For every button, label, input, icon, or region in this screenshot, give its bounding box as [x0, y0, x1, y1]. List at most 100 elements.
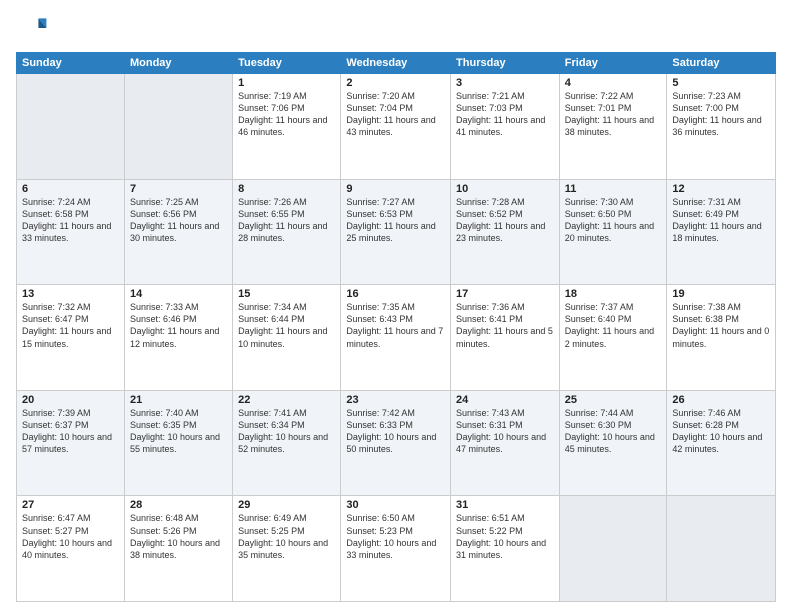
cell-details: Sunrise: 7:34 AM Sunset: 6:44 PM Dayligh…: [238, 301, 335, 350]
day-number: 15: [238, 288, 335, 300]
weekday-header: Tuesday: [233, 53, 341, 74]
calendar-cell: 24Sunrise: 7:43 AM Sunset: 6:31 PM Dayli…: [451, 390, 560, 496]
calendar-cell: 8Sunrise: 7:26 AM Sunset: 6:55 PM Daylig…: [233, 179, 341, 285]
calendar-body: 1Sunrise: 7:19 AM Sunset: 7:06 PM Daylig…: [17, 74, 776, 602]
weekday-header: Monday: [124, 53, 232, 74]
cell-details: Sunrise: 6:50 AM Sunset: 5:23 PM Dayligh…: [346, 512, 445, 561]
calendar-cell: 7Sunrise: 7:25 AM Sunset: 6:56 PM Daylig…: [124, 179, 232, 285]
day-number: 16: [346, 288, 445, 300]
cell-details: Sunrise: 7:38 AM Sunset: 6:38 PM Dayligh…: [672, 301, 770, 350]
calendar-cell: 6Sunrise: 7:24 AM Sunset: 6:58 PM Daylig…: [17, 179, 125, 285]
day-number: 27: [22, 499, 119, 511]
calendar-week-row: 6Sunrise: 7:24 AM Sunset: 6:58 PM Daylig…: [17, 179, 776, 285]
cell-details: Sunrise: 7:36 AM Sunset: 6:41 PM Dayligh…: [456, 301, 554, 350]
day-number: 19: [672, 288, 770, 300]
weekday-header: Sunday: [17, 53, 125, 74]
calendar-cell: 9Sunrise: 7:27 AM Sunset: 6:53 PM Daylig…: [341, 179, 451, 285]
cell-details: Sunrise: 7:22 AM Sunset: 7:01 PM Dayligh…: [565, 90, 662, 139]
day-number: 10: [456, 183, 554, 195]
calendar-cell: 17Sunrise: 7:36 AM Sunset: 6:41 PM Dayli…: [451, 285, 560, 391]
day-number: 20: [22, 394, 119, 406]
day-number: 23: [346, 394, 445, 406]
day-number: 4: [565, 77, 662, 89]
day-number: 21: [130, 394, 227, 406]
calendar-cell: 11Sunrise: 7:30 AM Sunset: 6:50 PM Dayli…: [559, 179, 667, 285]
calendar-cell: 14Sunrise: 7:33 AM Sunset: 6:46 PM Dayli…: [124, 285, 232, 391]
logo: [16, 12, 52, 44]
calendar-cell: [124, 74, 232, 180]
cell-details: Sunrise: 7:26 AM Sunset: 6:55 PM Dayligh…: [238, 196, 335, 245]
cell-details: Sunrise: 7:19 AM Sunset: 7:06 PM Dayligh…: [238, 90, 335, 139]
calendar-table: SundayMondayTuesdayWednesdayThursdayFrid…: [16, 52, 776, 602]
cell-details: Sunrise: 7:42 AM Sunset: 6:33 PM Dayligh…: [346, 407, 445, 456]
weekday-header: Saturday: [667, 53, 776, 74]
day-number: 18: [565, 288, 662, 300]
calendar-cell: 13Sunrise: 7:32 AM Sunset: 6:47 PM Dayli…: [17, 285, 125, 391]
day-number: 5: [672, 77, 770, 89]
cell-details: Sunrise: 7:28 AM Sunset: 6:52 PM Dayligh…: [456, 196, 554, 245]
calendar-cell: 18Sunrise: 7:37 AM Sunset: 6:40 PM Dayli…: [559, 285, 667, 391]
cell-details: Sunrise: 7:20 AM Sunset: 7:04 PM Dayligh…: [346, 90, 445, 139]
cell-details: Sunrise: 7:27 AM Sunset: 6:53 PM Dayligh…: [346, 196, 445, 245]
day-number: 25: [565, 394, 662, 406]
calendar-cell: 30Sunrise: 6:50 AM Sunset: 5:23 PM Dayli…: [341, 496, 451, 602]
cell-details: Sunrise: 7:40 AM Sunset: 6:35 PM Dayligh…: [130, 407, 227, 456]
day-number: 6: [22, 183, 119, 195]
day-number: 13: [22, 288, 119, 300]
day-number: 7: [130, 183, 227, 195]
cell-details: Sunrise: 7:37 AM Sunset: 6:40 PM Dayligh…: [565, 301, 662, 350]
day-number: 26: [672, 394, 770, 406]
logo-icon: [16, 12, 48, 44]
calendar-cell: [559, 496, 667, 602]
cell-details: Sunrise: 7:23 AM Sunset: 7:00 PM Dayligh…: [672, 90, 770, 139]
cell-details: Sunrise: 7:41 AM Sunset: 6:34 PM Dayligh…: [238, 407, 335, 456]
day-number: 24: [456, 394, 554, 406]
day-number: 29: [238, 499, 335, 511]
cell-details: Sunrise: 6:51 AM Sunset: 5:22 PM Dayligh…: [456, 512, 554, 561]
weekday-header: Thursday: [451, 53, 560, 74]
day-number: 30: [346, 499, 445, 511]
calendar-cell: 4Sunrise: 7:22 AM Sunset: 7:01 PM Daylig…: [559, 74, 667, 180]
calendar-cell: 10Sunrise: 7:28 AM Sunset: 6:52 PM Dayli…: [451, 179, 560, 285]
cell-details: Sunrise: 7:44 AM Sunset: 6:30 PM Dayligh…: [565, 407, 662, 456]
day-number: 9: [346, 183, 445, 195]
cell-details: Sunrise: 7:35 AM Sunset: 6:43 PM Dayligh…: [346, 301, 445, 350]
calendar-cell: [667, 496, 776, 602]
calendar-cell: 1Sunrise: 7:19 AM Sunset: 7:06 PM Daylig…: [233, 74, 341, 180]
calendar-cell: 15Sunrise: 7:34 AM Sunset: 6:44 PM Dayli…: [233, 285, 341, 391]
calendar-week-row: 13Sunrise: 7:32 AM Sunset: 6:47 PM Dayli…: [17, 285, 776, 391]
calendar-cell: 29Sunrise: 6:49 AM Sunset: 5:25 PM Dayli…: [233, 496, 341, 602]
page: SundayMondayTuesdayWednesdayThursdayFrid…: [0, 0, 792, 612]
calendar-cell: 25Sunrise: 7:44 AM Sunset: 6:30 PM Dayli…: [559, 390, 667, 496]
day-number: 1: [238, 77, 335, 89]
calendar-cell: 28Sunrise: 6:48 AM Sunset: 5:26 PM Dayli…: [124, 496, 232, 602]
calendar-cell: 26Sunrise: 7:46 AM Sunset: 6:28 PM Dayli…: [667, 390, 776, 496]
header: [16, 12, 776, 44]
cell-details: Sunrise: 6:48 AM Sunset: 5:26 PM Dayligh…: [130, 512, 227, 561]
calendar-cell: 23Sunrise: 7:42 AM Sunset: 6:33 PM Dayli…: [341, 390, 451, 496]
day-number: 17: [456, 288, 554, 300]
calendar-cell: 20Sunrise: 7:39 AM Sunset: 6:37 PM Dayli…: [17, 390, 125, 496]
calendar-week-row: 1Sunrise: 7:19 AM Sunset: 7:06 PM Daylig…: [17, 74, 776, 180]
cell-details: Sunrise: 7:31 AM Sunset: 6:49 PM Dayligh…: [672, 196, 770, 245]
cell-details: Sunrise: 7:43 AM Sunset: 6:31 PM Dayligh…: [456, 407, 554, 456]
day-number: 8: [238, 183, 335, 195]
calendar-cell: 16Sunrise: 7:35 AM Sunset: 6:43 PM Dayli…: [341, 285, 451, 391]
cell-details: Sunrise: 7:39 AM Sunset: 6:37 PM Dayligh…: [22, 407, 119, 456]
calendar-cell: 22Sunrise: 7:41 AM Sunset: 6:34 PM Dayli…: [233, 390, 341, 496]
calendar-cell: 5Sunrise: 7:23 AM Sunset: 7:00 PM Daylig…: [667, 74, 776, 180]
cell-details: Sunrise: 6:49 AM Sunset: 5:25 PM Dayligh…: [238, 512, 335, 561]
cell-details: Sunrise: 6:47 AM Sunset: 5:27 PM Dayligh…: [22, 512, 119, 561]
day-number: 12: [672, 183, 770, 195]
day-number: 3: [456, 77, 554, 89]
day-number: 14: [130, 288, 227, 300]
calendar-cell: 2Sunrise: 7:20 AM Sunset: 7:04 PM Daylig…: [341, 74, 451, 180]
day-number: 2: [346, 77, 445, 89]
calendar-cell: 27Sunrise: 6:47 AM Sunset: 5:27 PM Dayli…: [17, 496, 125, 602]
cell-details: Sunrise: 7:32 AM Sunset: 6:47 PM Dayligh…: [22, 301, 119, 350]
day-number: 11: [565, 183, 662, 195]
cell-details: Sunrise: 7:25 AM Sunset: 6:56 PM Dayligh…: [130, 196, 227, 245]
calendar-cell: 31Sunrise: 6:51 AM Sunset: 5:22 PM Dayli…: [451, 496, 560, 602]
cell-details: Sunrise: 7:24 AM Sunset: 6:58 PM Dayligh…: [22, 196, 119, 245]
day-number: 22: [238, 394, 335, 406]
